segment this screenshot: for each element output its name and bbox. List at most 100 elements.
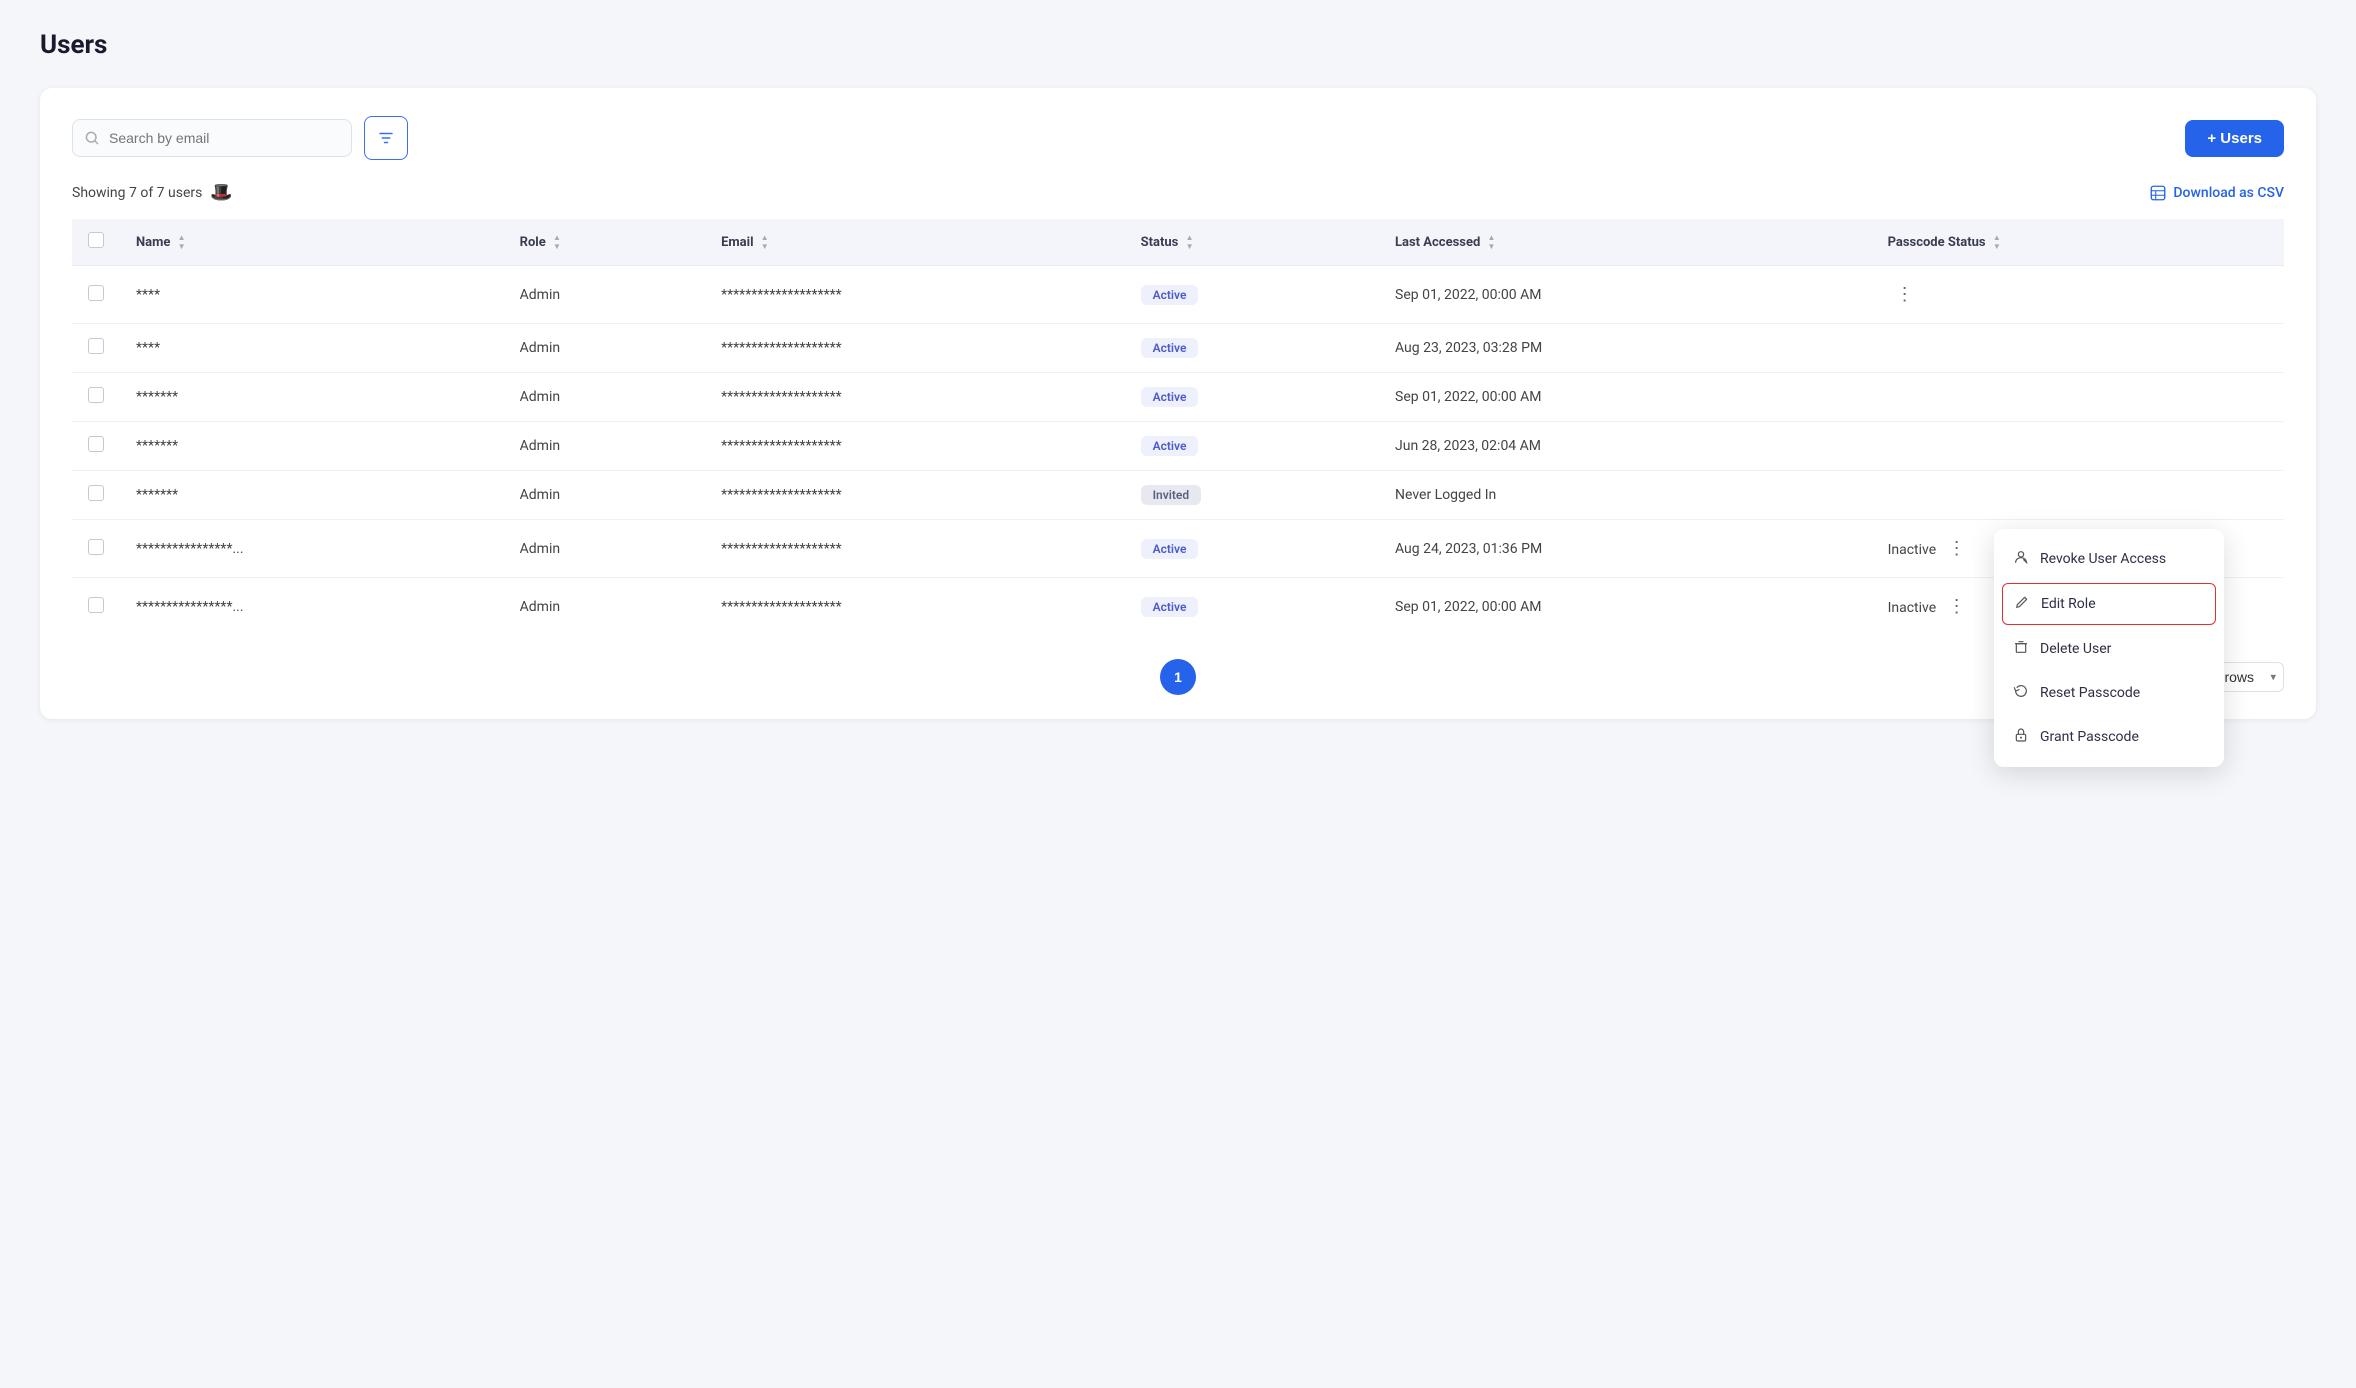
- status-badge-2: Active: [1141, 387, 1199, 407]
- ctx-icon-reset: [2012, 683, 2030, 703]
- cell-last-accessed-5: Aug 24, 2023, 01:36 PM: [1379, 520, 1872, 578]
- row-menu-button-5[interactable]: ⋮: [1940, 534, 1974, 563]
- cell-last-accessed-6: Sep 01, 2022, 00:00 AM: [1379, 578, 1872, 636]
- cell-last-accessed-0: Sep 01, 2022, 00:00 AM: [1379, 266, 1872, 324]
- cell-role-1: Admin: [504, 324, 705, 373]
- row-checkbox-5[interactable]: [88, 539, 104, 555]
- ctx-item-edit_role[interactable]: Edit Role: [2002, 583, 2216, 625]
- select-all-col: [72, 219, 120, 266]
- main-card: + Users Showing 7 of 7 users 🎩 Download …: [40, 88, 2316, 719]
- status-badge-0: Active: [1141, 285, 1199, 305]
- col-last-accessed: Last Accessed ▲▼: [1379, 219, 1872, 266]
- ctx-label-grant: Grant Passcode: [2040, 729, 2139, 745]
- status-sort-icon[interactable]: ▲▼: [1186, 234, 1194, 251]
- cell-status-6: Active: [1125, 578, 1379, 636]
- cell-email-2: ********************: [705, 373, 1125, 422]
- ctx-item-grant[interactable]: Grant Passcode: [1994, 715, 2224, 759]
- row-checkbox-3[interactable]: [88, 436, 104, 452]
- ctx-icon-edit_role: [2013, 594, 2031, 614]
- ctx-label-revoke: Revoke User Access: [2040, 551, 2166, 567]
- search-icon: [84, 130, 100, 146]
- table-row: ******* Admin ******************** Activ…: [72, 422, 2284, 471]
- cell-status-5: Active: [1125, 520, 1379, 578]
- ctx-item-reset[interactable]: Reset Passcode: [1994, 671, 2224, 715]
- cell-email-0: ********************: [705, 266, 1125, 324]
- toolbar: + Users: [72, 116, 2284, 160]
- cell-passcode-3: [1872, 422, 2284, 471]
- cell-name-2: *******: [120, 373, 504, 422]
- cell-last-accessed-4: Never Logged In: [1379, 471, 1872, 520]
- cell-name-0: ****: [120, 266, 504, 324]
- cell-passcode-4: [1872, 471, 2284, 520]
- cell-role-3: Admin: [504, 422, 705, 471]
- col-name: Name ▲▼: [120, 219, 504, 266]
- cell-role-4: Admin: [504, 471, 705, 520]
- cell-last-accessed-2: Sep 01, 2022, 00:00 AM: [1379, 373, 1872, 422]
- search-wrap: [72, 119, 352, 157]
- status-badge-6: Active: [1141, 597, 1199, 617]
- wizard-icon: 🎩: [210, 182, 232, 203]
- ctx-icon-delete: [2012, 639, 2030, 659]
- table-row: **** Admin ******************** Active A…: [72, 324, 2284, 373]
- row-menu-button-0[interactable]: ⋮: [1888, 280, 1922, 309]
- filter-icon: [377, 129, 395, 147]
- search-input[interactable]: [72, 119, 352, 157]
- cell-last-accessed-1: Aug 23, 2023, 03:28 PM: [1379, 324, 1872, 373]
- col-status: Status ▲▼: [1125, 219, 1379, 266]
- ctx-icon-revoke: [2012, 549, 2030, 569]
- cell-name-6: ****************...: [120, 578, 504, 636]
- cell-last-accessed-3: Jun 28, 2023, 02:04 AM: [1379, 422, 1872, 471]
- email-sort-icon[interactable]: ▲▼: [761, 234, 769, 251]
- ctx-label-delete: Delete User: [2040, 641, 2111, 657]
- role-sort-icon[interactable]: ▲▼: [553, 234, 561, 251]
- cell-status-3: Active: [1125, 422, 1379, 471]
- status-badge-3: Active: [1141, 436, 1199, 456]
- cell-passcode-1: [1872, 324, 2284, 373]
- ctx-icon-grant: [2012, 727, 2030, 747]
- col-role: Role ▲▼: [504, 219, 705, 266]
- cell-status-4: Invited: [1125, 471, 1379, 520]
- table-row: **** Admin ******************** Active S…: [72, 266, 2284, 324]
- ctx-item-revoke[interactable]: Revoke User Access: [1994, 537, 2224, 581]
- page-1-button[interactable]: 1: [1160, 659, 1196, 695]
- ctx-label-edit_role: Edit Role: [2041, 596, 2096, 612]
- cell-passcode-0: ⋮: [1872, 266, 2284, 324]
- cell-name-1: ****: [120, 324, 504, 373]
- ctx-item-delete[interactable]: Delete User: [1994, 627, 2224, 671]
- pagination-row: 1 Show 10 rows 25 rows 50 rows: [72, 659, 2284, 695]
- cell-status-1: Active: [1125, 324, 1379, 373]
- showing-text: Showing 7 of 7 users 🎩: [72, 182, 233, 203]
- cell-role-6: Admin: [504, 578, 705, 636]
- row-checkbox-1[interactable]: [88, 338, 104, 354]
- status-badge-5: Active: [1141, 539, 1199, 559]
- select-all-checkbox[interactable]: [88, 232, 104, 248]
- row-checkbox-0[interactable]: [88, 285, 104, 301]
- download-csv-link[interactable]: Download as CSV: [2149, 184, 2284, 202]
- col-email: Email ▲▼: [705, 219, 1125, 266]
- cell-email-5: ********************: [705, 520, 1125, 578]
- page-title: Users: [40, 30, 2316, 60]
- cell-email-4: ********************: [705, 471, 1125, 520]
- cell-role-5: Admin: [504, 520, 705, 578]
- row-checkbox-6[interactable]: [88, 597, 104, 613]
- cell-status-0: Active: [1125, 266, 1379, 324]
- status-badge-4: Invited: [1141, 485, 1202, 505]
- last-accessed-sort-icon[interactable]: ▲▼: [1488, 234, 1496, 251]
- col-passcode-status: Passcode Status ▲▼: [1872, 219, 2284, 266]
- name-sort-icon[interactable]: ▲▼: [178, 234, 186, 251]
- users-table: Name ▲▼ Role ▲▼ Email ▲▼ Status ▲▼: [72, 219, 2284, 635]
- cell-role-2: Admin: [504, 373, 705, 422]
- passcode-sort-icon[interactable]: ▲▼: [1993, 234, 2001, 251]
- cell-email-3: ********************: [705, 422, 1125, 471]
- row-checkbox-2[interactable]: [88, 387, 104, 403]
- csv-icon: [2149, 184, 2167, 202]
- row-checkbox-4[interactable]: [88, 485, 104, 501]
- row-menu-button-6[interactable]: ⋮: [1940, 592, 1974, 621]
- cell-passcode-2: [1872, 373, 2284, 422]
- table-row: ******* Admin ******************** Activ…: [72, 373, 2284, 422]
- table-row: ****************... Admin **************…: [72, 520, 2284, 578]
- filter-button[interactable]: [364, 116, 408, 160]
- table-row: ****************... Admin **************…: [72, 578, 2284, 636]
- add-users-button[interactable]: + Users: [2185, 120, 2284, 157]
- table-row: ******* Admin ******************** Invit…: [72, 471, 2284, 520]
